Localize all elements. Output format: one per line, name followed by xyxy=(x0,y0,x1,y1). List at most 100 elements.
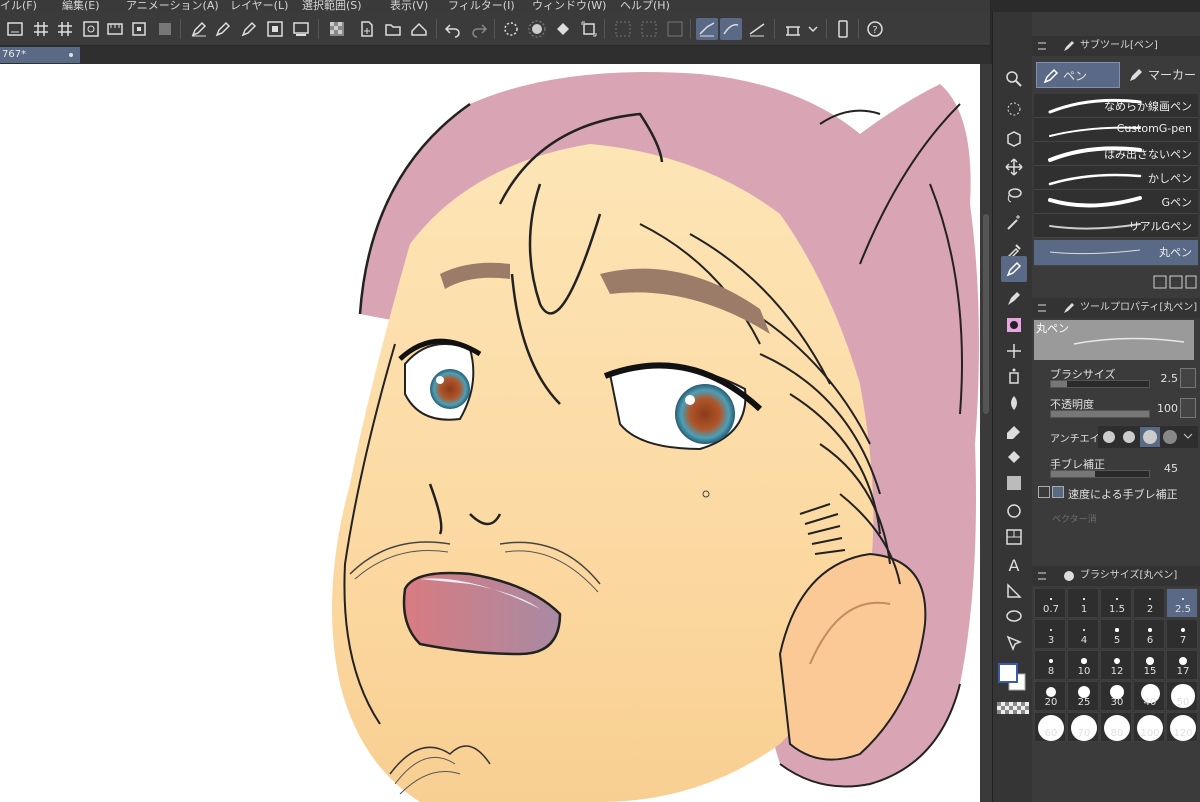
pen-layer-icon[interactable] xyxy=(212,18,234,40)
brush-size-option[interactable]: 60 xyxy=(1034,712,1066,742)
menu-edit[interactable]: 編集(E) xyxy=(62,0,100,12)
brush-size-option[interactable]: 3 xyxy=(1034,619,1066,649)
brush-item[interactable]: なめらか線画ペン xyxy=(1034,94,1198,118)
move-icon[interactable] xyxy=(1001,154,1027,180)
zoom-frame-icon[interactable] xyxy=(80,18,102,40)
brush-item-selected[interactable]: 丸ペン xyxy=(1034,240,1198,266)
menu-view[interactable]: 表示(V) xyxy=(390,0,428,12)
layer-merge-icon[interactable] xyxy=(290,18,312,40)
grid-icon[interactable] xyxy=(30,18,52,40)
opacity-slider[interactable] xyxy=(1050,410,1150,418)
layer-copy-icon[interactable] xyxy=(264,18,286,40)
stroke-line-icon[interactable] xyxy=(746,18,768,40)
opacity-value[interactable]: 100 xyxy=(1142,402,1178,415)
brush-icon[interactable] xyxy=(1001,312,1027,338)
brush-size-option[interactable]: 12 xyxy=(1100,650,1132,680)
undo-icon[interactable] xyxy=(442,18,464,40)
menu-filter[interactable]: フィルター(I) xyxy=(448,0,515,12)
brush-size-option[interactable]: 70 xyxy=(1067,712,1099,742)
plus-icon[interactable] xyxy=(1038,486,1050,498)
brush-size-option[interactable]: 25 xyxy=(1067,681,1099,711)
perspective-icon[interactable] xyxy=(782,18,804,40)
layer-add-icon[interactable] xyxy=(238,18,260,40)
snap-icon[interactable] xyxy=(128,18,150,40)
pencil-icon[interactable] xyxy=(1001,286,1027,312)
brush-size-option[interactable]: 0.7 xyxy=(1034,588,1066,618)
opacity-toggle-icon[interactable] xyxy=(1180,398,1196,418)
selection-invert-icon[interactable] xyxy=(638,18,660,40)
sub-tool-copy-icon[interactable] xyxy=(1169,275,1183,289)
snap-alt-icon[interactable] xyxy=(154,18,176,40)
document-tab[interactable]: 767* xyxy=(0,47,80,63)
tab-pen[interactable]: ペン xyxy=(1036,62,1120,88)
brush-item[interactable]: Gペン xyxy=(1034,190,1198,214)
clear-outside-icon[interactable] xyxy=(526,18,548,40)
airbrush-icon[interactable] xyxy=(1001,364,1027,390)
frame-icon[interactable] xyxy=(1001,524,1027,550)
brush-size-option[interactable]: 30 xyxy=(1100,681,1132,711)
ruler-icon[interactable] xyxy=(104,18,126,40)
brush-size-option[interactable]: 6 xyxy=(1133,619,1165,649)
operation-icon[interactable] xyxy=(1001,96,1027,122)
fit-screen-icon[interactable] xyxy=(4,18,26,40)
antialias-options[interactable] xyxy=(1098,426,1198,448)
brush-size-option[interactable]: 40 xyxy=(1133,681,1165,711)
lasso-icon[interactable] xyxy=(1001,182,1027,208)
brush-size-value[interactable]: 2.5 xyxy=(1142,372,1179,385)
brush-size-option[interactable]: 1.5 xyxy=(1100,588,1132,618)
new-file-icon[interactable] xyxy=(356,18,378,40)
menu-file[interactable]: イル(F) xyxy=(0,0,37,12)
brush-size-option[interactable]: 1 xyxy=(1067,588,1099,618)
brush-size-option[interactable]: 100 xyxy=(1133,712,1165,742)
text-icon[interactable]: A xyxy=(1001,552,1027,578)
brush-size-option[interactable]: 4 xyxy=(1067,619,1099,649)
brush-item[interactable]: はみ出さないペン xyxy=(1034,142,1198,166)
brush-size-option[interactable]: 2 xyxy=(1133,588,1165,618)
stabilization-value[interactable]: 45 xyxy=(1142,462,1178,475)
brush-size-option[interactable]: 2.5 xyxy=(1166,588,1198,618)
sub-tool-delete-icon[interactable] xyxy=(1185,275,1197,289)
brush-item[interactable]: かしペン xyxy=(1034,166,1198,190)
gradient-icon[interactable] xyxy=(1001,470,1027,496)
stabilization-slider[interactable] xyxy=(1050,470,1150,478)
brush-size-header[interactable]: ブラシサイズ[丸ペン] xyxy=(1032,566,1200,586)
save-file-icon[interactable] xyxy=(408,18,430,40)
brush-size-option[interactable]: 15 xyxy=(1133,650,1165,680)
magic-wand-icon[interactable] xyxy=(1001,210,1027,236)
selection-off-icon[interactable] xyxy=(612,18,634,40)
canvas-vertical-scrollbar[interactable] xyxy=(980,64,992,802)
blend-icon[interactable] xyxy=(1001,390,1027,416)
open-file-icon[interactable] xyxy=(382,18,404,40)
menu-layer[interactable]: レイヤー(L) xyxy=(230,0,288,12)
tab-marker[interactable]: マーカー xyxy=(1122,62,1200,88)
ruler-tool-icon[interactable] xyxy=(1001,578,1027,604)
brush-size-slider[interactable] xyxy=(1050,380,1150,388)
menu-animation[interactable]: アニメーション(A) xyxy=(126,0,219,12)
brush-size-option[interactable]: 120 xyxy=(1166,712,1198,742)
speed-stabilization-checkbox[interactable] xyxy=(1052,486,1064,498)
smartphone-icon[interactable] xyxy=(832,18,854,40)
zoom-icon[interactable] xyxy=(1001,66,1027,92)
selection-show-icon[interactable] xyxy=(664,18,686,40)
drawing-canvas[interactable] xyxy=(0,64,980,802)
fill-tool-icon[interactable] xyxy=(1001,444,1027,470)
brush-item[interactable]: CustomG-pen xyxy=(1034,118,1198,142)
decoration-icon[interactable] xyxy=(1001,338,1027,364)
stroke-snap-icon[interactable] xyxy=(696,18,718,40)
figure-icon[interactable] xyxy=(1001,498,1027,524)
sub-tool-header[interactable]: サブツール[ペン] xyxy=(1032,36,1200,56)
brush-size-option[interactable]: 10 xyxy=(1067,650,1099,680)
brush-size-option[interactable]: 7 xyxy=(1166,619,1198,649)
brush-size-option[interactable]: 17 xyxy=(1166,650,1198,680)
menu-selection[interactable]: 選択範囲(S) xyxy=(302,0,362,12)
scale-rotate-icon[interactable] xyxy=(578,18,600,40)
brush-size-option[interactable]: 80 xyxy=(1100,712,1132,742)
clear-icon[interactable] xyxy=(500,18,522,40)
redo-icon[interactable] xyxy=(468,18,490,40)
pen-tool-icon[interactable] xyxy=(188,18,210,40)
menu-help[interactable]: ヘルプ(H) xyxy=(620,0,670,12)
object-select-icon[interactable] xyxy=(1001,126,1027,152)
brush-size-toggle-icon[interactable] xyxy=(1180,368,1196,388)
brush-size-option[interactable]: 50 xyxy=(1166,681,1198,711)
eraser-icon[interactable] xyxy=(1001,418,1027,444)
